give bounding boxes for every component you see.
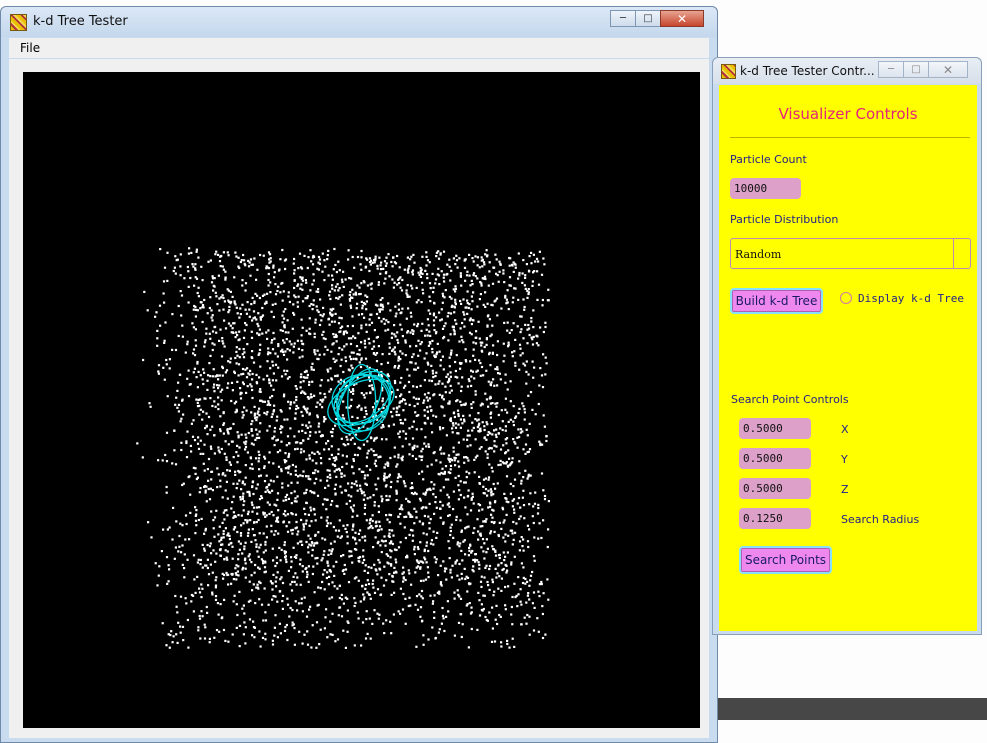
search-points-button[interactable]: Search Points	[739, 546, 832, 574]
y-label: Y	[841, 453, 848, 466]
controls-titlebar[interactable]: k-d Tree Tester Contr... ─ □ ✕	[713, 58, 981, 84]
z-label: Z	[841, 483, 849, 496]
distribution-select[interactable]: Random	[730, 238, 971, 269]
panel-heading: Visualizer Controls	[778, 105, 918, 123]
dropdown-arrow-icon[interactable]	[953, 239, 970, 268]
main-caption-buttons: ─ □ ✕	[610, 10, 704, 28]
y-input[interactable]: 0.5000	[739, 448, 811, 469]
minimize-icon: ─	[887, 64, 895, 75]
minimize-button[interactable]: ─	[610, 10, 636, 27]
menubar: File	[9, 38, 709, 58]
search-button-label: Search Points	[744, 553, 827, 567]
controls-caption-buttons: ─ □ ✕	[878, 61, 968, 79]
x-input[interactable]: 0.5000	[739, 418, 811, 439]
taskbar-strip	[700, 698, 987, 720]
close-icon: ✕	[942, 62, 954, 77]
particle-count-input[interactable]: 10000	[730, 178, 801, 199]
controls-close-button[interactable]: ✕	[928, 61, 968, 78]
particle-plot	[136, 247, 550, 649]
controls-window: k-d Tree Tester Contr... ─ □ ✕ Visualize…	[712, 57, 982, 635]
radius-label: Search Radius	[841, 513, 920, 526]
distribution-value: Random	[735, 248, 782, 261]
display-tree-radio[interactable]	[840, 292, 852, 304]
controls-minimize-button[interactable]: ─	[878, 61, 904, 78]
build-kd-tree-button[interactable]: Build k-d Tree	[730, 288, 823, 314]
search-sphere-overlay	[327, 363, 395, 442]
particle-count-label: Particle Count	[730, 153, 807, 166]
x-label: X	[841, 423, 849, 436]
main-titlebar[interactable]: k-d Tree Tester ─ □ ✕	[1, 7, 717, 37]
search-controls-label: Search Point Controls	[731, 393, 849, 406]
close-button[interactable]: ✕	[660, 10, 704, 27]
radius-input[interactable]: 0.1250	[739, 508, 811, 529]
z-input[interactable]: 0.5000	[739, 478, 811, 499]
build-button-label: Build k-d Tree	[735, 294, 818, 308]
maximize-icon: □	[643, 13, 653, 24]
controls-window-title: k-d Tree Tester Contr...	[740, 64, 875, 78]
menu-file[interactable]: File	[20, 41, 40, 55]
controls-panel: Visualizer Controls Particle Count 10000…	[719, 85, 977, 631]
visualization-canvas[interactable]	[23, 72, 700, 728]
controls-maximize-button[interactable]: □	[903, 61, 929, 78]
main-window-title: k-d Tree Tester	[33, 14, 128, 29]
app-icon	[10, 14, 27, 31]
main-client-area	[9, 59, 709, 738]
main-window: k-d Tree Tester ─ □ ✕ File	[0, 6, 718, 743]
close-icon: ✕	[676, 11, 688, 26]
maximize-button[interactable]: □	[635, 10, 661, 27]
app-icon	[721, 64, 736, 79]
heading-divider	[730, 137, 970, 138]
display-tree-label: Display k-d Tree	[858, 292, 964, 305]
maximize-icon: □	[911, 64, 921, 75]
distribution-label: Particle Distribution	[730, 213, 839, 226]
minimize-icon: ─	[619, 13, 627, 24]
